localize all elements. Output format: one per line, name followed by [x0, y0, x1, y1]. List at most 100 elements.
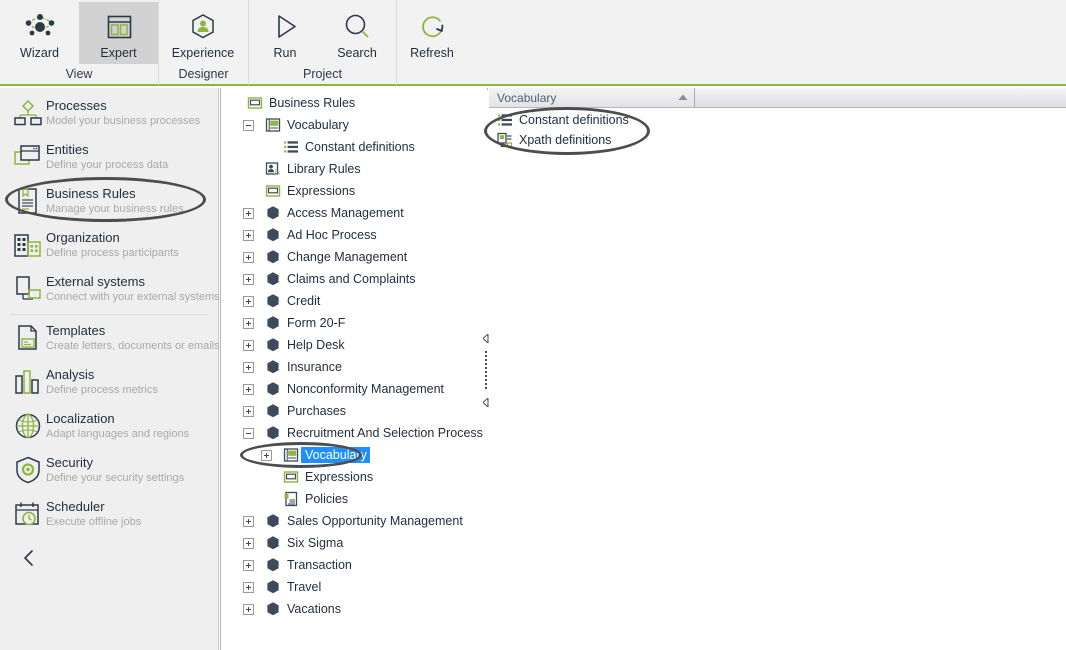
tree-expander-plus-icon[interactable] — [243, 559, 254, 571]
tree-node[interactable]: Expressions — [221, 466, 487, 488]
window-green-icon — [281, 469, 301, 485]
tree-expander-plus-icon[interactable] — [243, 207, 254, 219]
sidebar-item-business-rules[interactable]: Business Rules Manage your business rule… — [0, 180, 218, 224]
tree-expander-plus-icon[interactable] — [243, 339, 254, 351]
module-hex-icon — [263, 601, 283, 617]
vocabulary-item-constant-definitions-label: Constant definitions — [519, 113, 629, 127]
xpath-definitions-icon — [495, 132, 515, 148]
tree-node[interactable]: Vacations — [221, 598, 487, 620]
sidebar-item-localization[interactable]: Localization Adapt languages and regions — [0, 405, 218, 449]
play-icon — [266, 8, 304, 46]
tree-node[interactable]: Travel — [221, 576, 487, 598]
tree-expander-minus-icon[interactable] — [243, 427, 254, 439]
ribbon-button-refresh[interactable]: Refresh — [397, 2, 467, 64]
sidebar-item-scheduler-title: Scheduler — [46, 499, 105, 514]
sidebar-item-entities-subtitle: Define your process data — [46, 159, 169, 171]
vocabulary-item-constant-definitions[interactable]: Constant definitions — [489, 110, 629, 130]
tree-node[interactable]: Credit — [221, 290, 487, 312]
sidebar-item-processes-title: Processes — [46, 98, 107, 113]
tree-node[interactable]: Business Rules — [221, 92, 487, 114]
tree-node-label: Claims and Complaints — [287, 272, 416, 286]
grip-dots-icon[interactable] — [485, 351, 487, 389]
tree-node[interactable]: Help Desk — [221, 334, 487, 356]
tree-expander-plus-icon[interactable] — [243, 405, 254, 417]
tree-connector — [254, 202, 263, 224]
processes-icon — [10, 96, 46, 130]
sidebar-item-entities[interactable]: Entities Define your process data — [0, 136, 218, 180]
tree-expander-plus-icon[interactable] — [243, 383, 254, 395]
module-hex-icon — [263, 337, 283, 353]
tree-node[interactable]: Transaction — [221, 554, 487, 576]
tree-node[interactable]: Claims and Complaints — [221, 268, 487, 290]
tree-expander-plus-icon[interactable] — [243, 295, 254, 307]
ribbon-group-project: Run Search Project — [248, 0, 396, 85]
tree-expander-plus-icon[interactable] — [243, 581, 254, 593]
tree-node[interactable]: Form 20-F — [221, 312, 487, 334]
sidebar-item-processes[interactable]: Processes Model your business processes — [0, 92, 218, 136]
tree-expander-plus-icon[interactable] — [243, 229, 254, 241]
tree-connector — [254, 400, 263, 422]
tree-node[interactable]: Change Management — [221, 246, 487, 268]
tree-node[interactable]: Sales Opportunity Management — [221, 510, 487, 532]
tree-connector — [254, 422, 263, 444]
tree-node-label: Recruitment And Selection Process — [287, 426, 483, 440]
tree-node[interactable]: Constant definitions — [221, 136, 487, 158]
tree-node[interactable]: Expressions — [221, 180, 487, 202]
tree-node[interactable]: Ad Hoc Process — [221, 224, 487, 246]
vocabulary-item-list: Constant definitions Xpath definitions — [489, 110, 629, 150]
tree-node[interactable]: Insurance — [221, 356, 487, 378]
tree-node[interactable]: Vocabulary — [221, 114, 487, 136]
sidebar-item-scheduler[interactable]: Scheduler Execute offline jobs — [0, 493, 218, 537]
security-icon — [10, 453, 46, 487]
tree-expander-plus-icon[interactable] — [243, 317, 254, 329]
sidebar-collapse-button[interactable] — [18, 549, 40, 571]
tree-connector — [254, 356, 263, 378]
ribbon-button-wizard[interactable]: Wizard — [0, 2, 79, 64]
sidebar-item-external-systems[interactable]: External systems Connect with your exter… — [0, 268, 220, 312]
tree-expander-plus-icon[interactable] — [243, 251, 254, 263]
triangle-up-icon[interactable] — [672, 94, 694, 101]
tree-expander-plus-icon[interactable] — [243, 515, 254, 527]
tree-expander-minus-icon[interactable] — [243, 119, 254, 131]
ribbon-button-experience[interactable]: Experience — [159, 2, 247, 64]
module-hex-icon — [263, 403, 283, 419]
ribbon-button-search[interactable]: Search — [321, 2, 393, 64]
ribbon-button-run[interactable]: Run — [249, 2, 321, 64]
tree-node[interactable]: Access Management — [221, 202, 487, 224]
tree-connector — [254, 224, 263, 246]
tree-node-label: Library Rules — [287, 162, 361, 176]
sidebar-item-security-subtitle: Define your security settings — [46, 472, 185, 484]
tree-expander-plus-icon[interactable] — [261, 449, 272, 461]
vocabulary-item-xpath-definitions[interactable]: Xpath definitions — [489, 130, 629, 150]
tree-node[interactable]: fx Library Rules — [221, 158, 487, 180]
tree-node-label: Expressions — [305, 470, 374, 484]
module-hex-icon — [263, 557, 283, 573]
business-rules-tree[interactable]: Business Rules Vocabulary Constant definit… — [220, 88, 488, 650]
ribbon-button-search-label: Search — [337, 46, 377, 60]
tree-node[interactable]: Recruitment And Selection Process — [221, 422, 487, 444]
sidebar-item-security[interactable]: Security Define your security settings — [0, 449, 218, 493]
tree-expander-plus-icon[interactable] — [243, 273, 254, 285]
window-green-icon — [245, 95, 265, 111]
tree-expander-plus-icon[interactable] — [243, 537, 254, 549]
tree-node[interactable]: Purchases — [221, 400, 487, 422]
tree-node[interactable]: Policies — [221, 488, 487, 510]
tree-node[interactable]: Nonconformity Management — [221, 378, 487, 400]
tree-expander-plus-icon[interactable] — [243, 603, 254, 615]
experience-person-icon — [184, 8, 222, 46]
tree-node[interactable]: Six Sigma — [221, 532, 487, 554]
tree-node-label: Vocabulary — [301, 447, 370, 463]
sidebar-item-organization[interactable]: Organization Define process participants — [0, 224, 218, 268]
ribbon-button-expert[interactable]: Expert — [79, 2, 158, 64]
window-green-icon — [263, 183, 283, 199]
sidebar-item-organization-title: Organization — [46, 230, 120, 245]
sidebar-item-templates[interactable]: Templates Create letters, documents or e… — [0, 317, 220, 361]
vocabulary-item-xpath-definitions-label: Xpath definitions — [519, 133, 612, 147]
tree-expander-plus-icon[interactable] — [243, 361, 254, 373]
tree-node[interactable]: Vocabulary — [221, 444, 487, 466]
ribbon-group-designer-label: Designer — [178, 67, 229, 81]
tab-vocabulary[interactable]: Vocabulary — [489, 88, 695, 107]
sidebar-item-templates-subtitle: Create letters, documents or emails — [46, 340, 220, 352]
ribbon-toolbar: Wizard Expert View Experience Designer R… — [0, 0, 1066, 86]
sidebar-item-analysis[interactable]: Analysis Define process metrics — [0, 361, 218, 405]
